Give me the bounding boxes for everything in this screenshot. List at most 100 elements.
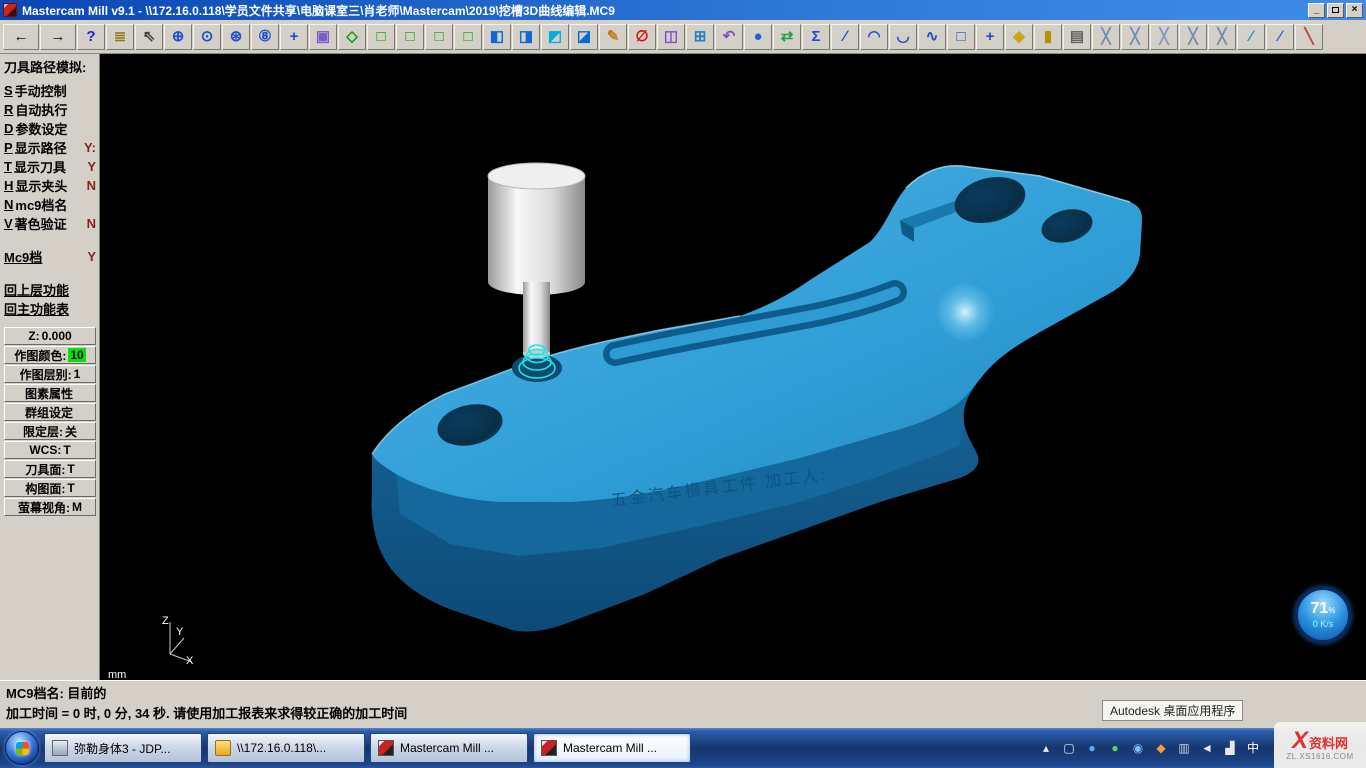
mastercam-window: Mastercam Mill v9.1 - \\172.16.0.118\学员文…	[0, 0, 1366, 768]
ime-icon[interactable]: 中	[1245, 740, 1261, 756]
sim-menu-show-tool[interactable]: T显示刀具Y	[4, 157, 96, 176]
cplane-front-button[interactable]: ◨	[512, 24, 540, 50]
pan-button[interactable]: +	[280, 24, 308, 50]
xform-translate-button[interactable]: ╳	[1179, 24, 1207, 50]
xform-scale-button[interactable]: ╳	[1150, 24, 1178, 50]
sim-menu-manual-control[interactable]: S手动控制	[4, 81, 96, 100]
cplane-top-icon: ◧	[490, 29, 504, 44]
mastercam-icon	[541, 740, 557, 756]
paste-window-button[interactable]: ⊞	[686, 24, 714, 50]
main-menu-link[interactable]: 回主功能表	[4, 299, 96, 318]
entity-attributes-button[interactable]: 图素属性	[4, 384, 96, 402]
tray-app-window-icon[interactable]: ▢	[1061, 740, 1077, 756]
maximize-button[interactable]	[1327, 3, 1344, 18]
sketch-button[interactable]: ✎	[599, 24, 627, 50]
repaint-button[interactable]: ▣	[309, 24, 337, 50]
taskbar-item-mastercam-1[interactable]: Mastercam Mill ...	[370, 733, 528, 763]
unit-label: mm	[108, 669, 126, 680]
zoom-dynamic-button[interactable]: ⊛	[222, 24, 250, 50]
sim-menu-show-holder[interactable]: H显示夹头N	[4, 176, 96, 195]
show-hidden-icons-icon[interactable]: ▴	[1038, 740, 1054, 756]
drafting-button[interactable]: ▤	[1063, 24, 1091, 50]
join-button[interactable]: ╲	[1295, 24, 1323, 50]
gview-side-button[interactable]: □	[425, 24, 453, 50]
calculator-button[interactable]: Σ	[802, 24, 830, 50]
cursor-analyze-button[interactable]: ⇖	[135, 24, 163, 50]
sigma-icon: Σ	[811, 29, 820, 44]
xform-translate-icon: ╳	[1188, 29, 1197, 44]
gview-dynamic-button[interactable]: ◇	[338, 24, 366, 50]
tray-safeguard-icon[interactable]: ●	[1107, 740, 1123, 756]
sim-menu-auto-run[interactable]: R自动执行	[4, 100, 96, 119]
sim-menu-mc9-filename[interactable]: Nmc9档名	[4, 195, 96, 214]
create-arc-button[interactable]: ◠	[860, 24, 888, 50]
close-button[interactable]: ×	[1346, 3, 1363, 18]
zoom-window-button[interactable]: ⊙	[193, 24, 221, 50]
xform-rotate-button[interactable]: ╳	[1121, 24, 1149, 50]
create-fillet-button[interactable]: ◡	[889, 24, 917, 50]
xform-offset-button[interactable]: ╳	[1208, 24, 1236, 50]
create-spline-button[interactable]: ∿	[918, 24, 946, 50]
xform-mirror-button[interactable]: ╳	[1092, 24, 1120, 50]
back-button[interactable]: ←	[3, 24, 39, 50]
join-icon: ╲	[1304, 29, 1313, 44]
minimize-button[interactable]: _	[1308, 3, 1325, 18]
break-button[interactable]: ∕	[1266, 24, 1294, 50]
taskbar-item-mastercam-2[interactable]: Mastercam Mill ...	[533, 733, 691, 763]
create-solid-button[interactable]: ▮	[1034, 24, 1062, 50]
limit-level-button[interactable]: 限定层:关	[4, 422, 96, 440]
draw-level-button[interactable]: 作图层别:1	[4, 365, 96, 383]
zoom-icon: ⊕	[172, 29, 185, 44]
sim-menu-param-setting[interactable]: D参数设定	[4, 119, 96, 138]
tray-monitor-icon[interactable]: ▥	[1176, 740, 1192, 756]
create-point-button[interactable]: +	[976, 24, 1004, 50]
help-button[interactable]: ?	[77, 24, 105, 50]
graphics-viewport[interactable]: 五金汽车模具工件 加工人:	[100, 54, 1366, 680]
cplane-top-button[interactable]: ◧	[483, 24, 511, 50]
delete-button[interactable]: ∅	[628, 24, 656, 50]
fillet-icon: ◡	[896, 29, 909, 44]
swap-views-button[interactable]: ⇄	[773, 24, 801, 50]
gview-isometric-button[interactable]: □	[454, 24, 482, 50]
draw-color-button[interactable]: 作图颜色:10	[4, 346, 96, 364]
cplane-side-button[interactable]: ◩	[541, 24, 569, 50]
create-rectangle-button[interactable]: □	[947, 24, 975, 50]
sim-menu-show-path[interactable]: P显示路径Y:	[4, 138, 96, 157]
gview-top-icon: □	[376, 29, 385, 44]
taskbar-item-explorer[interactable]: \\172.16.0.118\...	[207, 733, 365, 763]
zoom-button[interactable]: ⊕	[164, 24, 192, 50]
z-depth-button[interactable]: Z:0.000	[4, 327, 96, 345]
forward-button[interactable]: →	[40, 24, 76, 50]
construction-plane-button[interactable]: 构图面:T	[4, 479, 96, 497]
create-line-button[interactable]: ∕	[831, 24, 859, 50]
wcs-button[interactable]: WCS:T	[4, 441, 96, 459]
shade-sphere-icon: ●	[753, 29, 762, 44]
taskbar-item-jdpaint[interactable]: 弥勒身体3 - JDP...	[44, 733, 202, 763]
tray-sogou-icon[interactable]: ●	[1084, 740, 1100, 756]
tray-colorful-app-icon[interactable]: ◆	[1153, 740, 1169, 756]
surface-icon: ◈	[1013, 29, 1025, 44]
pan-icon: +	[290, 29, 299, 44]
tool-plane-button[interactable]: 刀具面:T	[4, 460, 96, 478]
network-speed: 0 K/s	[1313, 619, 1334, 630]
create-surface-button[interactable]: ◈	[1005, 24, 1033, 50]
trim-button[interactable]: ∕	[1237, 24, 1265, 50]
operations-list-button[interactable]: ≣	[106, 24, 134, 50]
shade-button[interactable]: ●	[744, 24, 772, 50]
tray-uu-icon[interactable]: ◉	[1130, 740, 1146, 756]
sim-menu-shade-verify[interactable]: V著色验证N	[4, 214, 96, 233]
copy-window-button[interactable]: ◫	[657, 24, 685, 50]
undo-button[interactable]: ↶	[715, 24, 743, 50]
unzoom-80-button[interactable]: ⑧	[251, 24, 279, 50]
gview-top-button[interactable]: □	[367, 24, 395, 50]
network-speed-ball[interactable]: 71% 0 K/s	[1295, 587, 1351, 643]
screen-view-button[interactable]: 萤幕视角:M	[4, 498, 96, 516]
sim-menu-mc9-file[interactable]: Mc9档Y	[4, 247, 96, 266]
cplane-3d-button[interactable]: ◪	[570, 24, 598, 50]
gview-front-button[interactable]: □	[396, 24, 424, 50]
start-button[interactable]	[5, 731, 39, 765]
volume-icon[interactable]: ◄	[1199, 740, 1215, 756]
back-menu-link[interactable]: 回上层功能	[4, 280, 96, 299]
group-settings-button[interactable]: 群组设定	[4, 403, 96, 421]
network-icon[interactable]: ▟	[1222, 740, 1238, 756]
